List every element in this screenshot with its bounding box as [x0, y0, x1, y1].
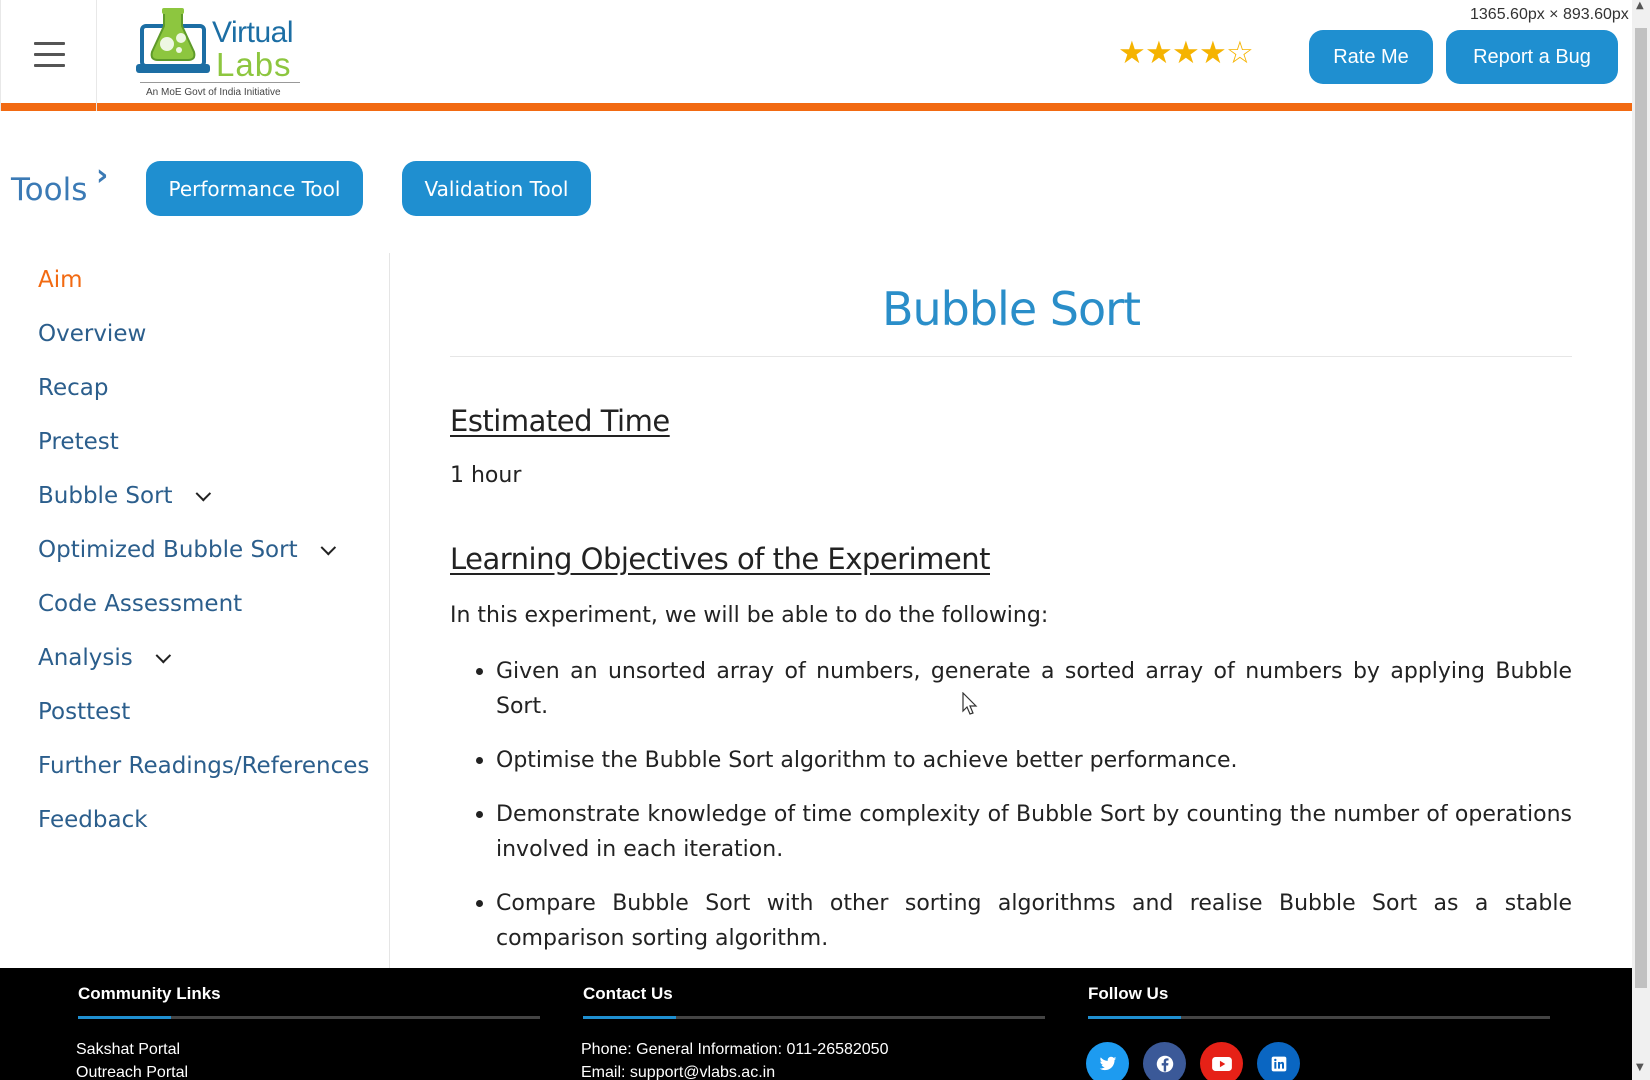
- twitter-icon[interactable]: [1086, 1042, 1129, 1080]
- validation-tool-button[interactable]: Validation Tool: [402, 161, 591, 216]
- contact-email[interactable]: Email: support@vlabs.ac.in: [581, 1064, 775, 1080]
- sidebar-item-label: Bubble Sort: [38, 483, 173, 509]
- linkedin-icon[interactable]: [1257, 1042, 1300, 1080]
- title-divider: [450, 356, 1572, 357]
- community-links-heading: Community Links: [78, 984, 221, 1003]
- sidebar-item-further-readings[interactable]: Further Readings/References: [38, 753, 369, 779]
- list-item: Compare Bubble Sort with other sorting a…: [450, 886, 1572, 956]
- sidebar-item-label: Further Readings/References: [38, 753, 370, 779]
- flask-monitor-icon: [136, 8, 210, 73]
- logo-word-labs: Labs: [216, 46, 292, 83]
- sidebar-item-posttest[interactable]: Posttest: [38, 699, 130, 725]
- sidebar-item-overview[interactable]: Overview: [38, 321, 146, 347]
- footer-divider: [78, 1016, 540, 1019]
- sidebar-item-label: Aim: [38, 267, 83, 293]
- logo-tagline: An MoE Govt of India Initiative: [146, 87, 281, 98]
- page-title: Bubble Sort: [881, 282, 1141, 336]
- site-footer: Community Links Sakshat Portal Outreach …: [0, 968, 1632, 1080]
- follow-us-heading: Follow Us: [1088, 984, 1169, 1003]
- estimated-time-heading: Estimated Time: [450, 404, 670, 438]
- sidebar-item-code-assessment[interactable]: Code Assessment: [38, 591, 242, 617]
- sidebar-item-label: Feedback: [38, 807, 148, 833]
- footer-divider: [1088, 1016, 1550, 1019]
- contact-us-heading: Contact Us: [583, 984, 673, 1003]
- youtube-icon[interactable]: [1200, 1042, 1243, 1080]
- star-rating[interactable]: ★ ★ ★ ★ ☆: [1118, 36, 1254, 70]
- sidebar-item-optimized-bubble-sort[interactable]: Optimized Bubble Sort: [38, 537, 336, 563]
- objectives-heading: Learning Objectives of the Experiment: [450, 542, 991, 576]
- site-header: Virtual Labs An MoE Govt of India Initia…: [0, 0, 1632, 111]
- facebook-icon[interactable]: [1143, 1042, 1186, 1080]
- list-item: Optimise the Bubble Sort algorithm to ac…: [450, 743, 1572, 778]
- sidebar-item-analysis[interactable]: Analysis: [38, 645, 171, 671]
- sidebar-item-label: Pretest: [38, 429, 119, 455]
- sidebar-item-feedback[interactable]: Feedback: [38, 807, 148, 833]
- chevron-right-icon: ›: [96, 158, 109, 193]
- contact-phone: Phone: General Information: 011-26582050: [581, 1041, 889, 1058]
- sidebar-item-bubble-sort[interactable]: Bubble Sort: [38, 483, 211, 509]
- sidebar-item-label: Analysis: [38, 645, 133, 671]
- sidebar-item-label: Optimized Bubble Sort: [38, 537, 298, 563]
- star-icon[interactable]: ★: [1199, 36, 1227, 70]
- objectives-list: Given an unsorted array of numbers, gene…: [450, 654, 1572, 975]
- viewport-dimensions-readout: 1365.60px × 893.60px: [1470, 6, 1629, 24]
- mouse-cursor-icon: [962, 692, 978, 715]
- page-scrollbar[interactable]: ▲ ▼: [1632, 0, 1650, 1080]
- list-item: Demonstrate knowledge of time complexity…: [450, 797, 1572, 867]
- star-icon[interactable]: ★: [1145, 36, 1173, 70]
- objectives-intro: In this experiment, we will be able to d…: [450, 603, 1049, 628]
- chevron-down-icon[interactable]: [195, 485, 211, 501]
- report-bug-button[interactable]: Report a Bug: [1446, 30, 1618, 84]
- footer-divider: [583, 1016, 1045, 1019]
- sidebar-item-label: Posttest: [38, 699, 131, 725]
- tools-label: Tools: [11, 172, 88, 208]
- scroll-up-arrow-icon[interactable]: ▲: [1636, 0, 1644, 11]
- footer-link-sakshat[interactable]: Sakshat Portal: [76, 1041, 180, 1059]
- sidebar-item-recap[interactable]: Recap: [38, 375, 108, 401]
- sidebar-item-label: Code Assessment: [38, 591, 243, 617]
- sidebar-item-aim[interactable]: Aim: [38, 267, 83, 293]
- sidebar-item-label: Recap: [38, 375, 109, 401]
- performance-tool-button[interactable]: Performance Tool: [146, 161, 363, 216]
- list-item: Given an unsorted array of numbers, gene…: [450, 654, 1572, 724]
- chevron-down-icon[interactable]: [320, 539, 336, 555]
- scrollbar-thumb[interactable]: [1635, 28, 1647, 988]
- star-outline-icon[interactable]: ☆: [1226, 36, 1254, 70]
- hamburger-menu-icon[interactable]: [0, 0, 97, 111]
- star-icon[interactable]: ★: [1118, 36, 1146, 70]
- scroll-down-arrow-icon[interactable]: ▼: [1636, 1062, 1644, 1073]
- sidebar-item-label: Overview: [38, 321, 147, 347]
- sidebar-item-pretest[interactable]: Pretest: [38, 429, 119, 455]
- star-icon[interactable]: ★: [1172, 36, 1200, 70]
- estimated-time-value: 1 hour: [450, 463, 522, 488]
- footer-link-outreach[interactable]: Outreach Portal: [76, 1064, 188, 1080]
- virtual-labs-logo[interactable]: Virtual Labs An MoE Govt of India Initia…: [134, 8, 304, 103]
- logo-word-virtual: Virtual: [212, 16, 294, 49]
- experiment-sidebar: Aim Overview Recap Pretest Bubble Sort O…: [0, 253, 390, 968]
- rate-me-button[interactable]: Rate Me: [1309, 30, 1433, 84]
- chevron-down-icon[interactable]: [155, 647, 171, 663]
